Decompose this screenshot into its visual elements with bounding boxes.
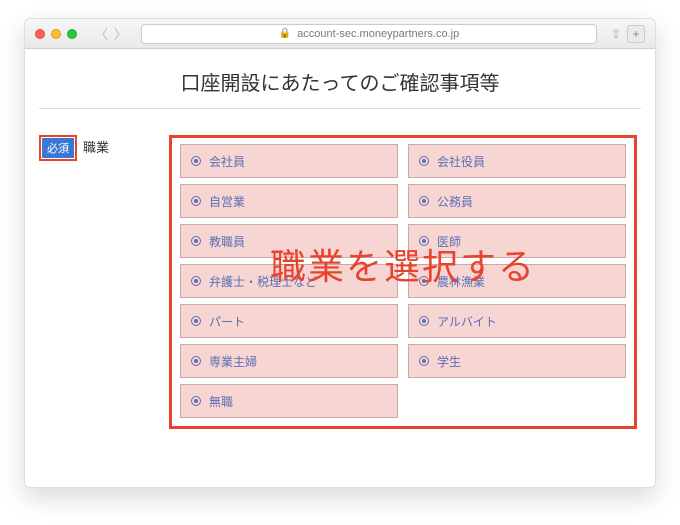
radio-icon [419, 356, 429, 366]
occupation-option[interactable]: 無職 [180, 384, 398, 418]
option-label: 医師 [437, 233, 461, 250]
occupation-option[interactable]: 自営業 [180, 184, 398, 218]
share-icon[interactable]: ⇪ [611, 27, 621, 41]
url-text: account-sec.moneypartners.co.jp [297, 28, 459, 40]
window-controls [35, 29, 77, 39]
required-badge: 必須 [42, 138, 74, 158]
back-icon[interactable]: 〈 [95, 24, 108, 43]
options-area: 会社員 会社役員自営業 公務員教職員 医師弁護士・税理士など 農林漁業パート アルバイト専… [169, 135, 637, 429]
option-label: 無職 [209, 393, 233, 410]
option-label: 公務員 [437, 193, 473, 210]
occupation-option[interactable]: 会社員 [180, 144, 398, 178]
close-icon[interactable] [35, 29, 45, 39]
options-grid: 会社員 会社役員自営業 公務員教職員 医師弁護士・税理士など 農林漁業パート アルバイト専… [180, 144, 626, 418]
occupation-option[interactable]: 農林漁業 [408, 264, 626, 298]
radio-icon [419, 236, 429, 246]
occupation-option[interactable]: パート [180, 304, 398, 338]
radio-icon [191, 236, 201, 246]
required-badge-highlight: 必須 [39, 135, 77, 161]
new-tab-button[interactable]: + [627, 25, 645, 43]
option-label: 弁護士・税理士など [209, 273, 317, 290]
option-label: 会社員 [209, 153, 245, 170]
radio-icon [419, 276, 429, 286]
occupation-option[interactable]: 専業主婦 [180, 344, 398, 378]
radio-icon [191, 276, 201, 286]
occupation-option[interactable]: 公務員 [408, 184, 626, 218]
occupation-option[interactable]: 弁護士・税理士など [180, 264, 398, 298]
radio-icon [419, 156, 429, 166]
field-label-col: 必須 職業 [39, 135, 169, 429]
option-label: 農林漁業 [437, 273, 485, 290]
occupation-option[interactable]: 医師 [408, 224, 626, 258]
radio-icon [191, 196, 201, 206]
toolbar-right: ⇪ + [611, 25, 645, 43]
radio-icon [191, 156, 201, 166]
option-label: 専業主婦 [209, 353, 257, 370]
form-row: 必須 職業 会社員 会社役員自営業 公務員教職員 医師弁護士・税理士など 農林漁業パート… [39, 135, 641, 429]
option-label: パート [209, 313, 245, 330]
occupation-option[interactable]: アルバイト [408, 304, 626, 338]
radio-icon [419, 196, 429, 206]
page-content: 口座開設にあたってのご確認事項等 必須 職業 会社員 会社役員自営業 公務員教職員 医… [25, 49, 655, 487]
browser-toolbar: 〈 〉 🔒 account-sec.moneypartners.co.jp ⇪ … [25, 19, 655, 49]
radio-icon [191, 316, 201, 326]
occupation-option[interactable]: 教職員 [180, 224, 398, 258]
radio-icon [191, 396, 201, 406]
occupation-option[interactable]: 会社役員 [408, 144, 626, 178]
option-label: 教職員 [209, 233, 245, 250]
page-title: 口座開設にあたってのご確認事項等 [39, 57, 641, 109]
minimize-icon[interactable] [51, 29, 61, 39]
option-label: 自営業 [209, 193, 245, 210]
option-label: 会社役員 [437, 153, 485, 170]
browser-window: 〈 〉 🔒 account-sec.moneypartners.co.jp ⇪ … [24, 18, 656, 488]
lock-icon: 🔒 [279, 28, 291, 39]
maximize-icon[interactable] [67, 29, 77, 39]
option-label: 学生 [437, 353, 461, 370]
field-label: 職業 [83, 137, 109, 156]
nav-arrows: 〈 〉 [95, 24, 127, 43]
forward-icon[interactable]: 〉 [114, 24, 127, 43]
radio-icon [419, 316, 429, 326]
occupation-option[interactable]: 学生 [408, 344, 626, 378]
address-bar[interactable]: 🔒 account-sec.moneypartners.co.jp [141, 24, 597, 44]
option-label: アルバイト [437, 313, 497, 330]
radio-icon [191, 356, 201, 366]
